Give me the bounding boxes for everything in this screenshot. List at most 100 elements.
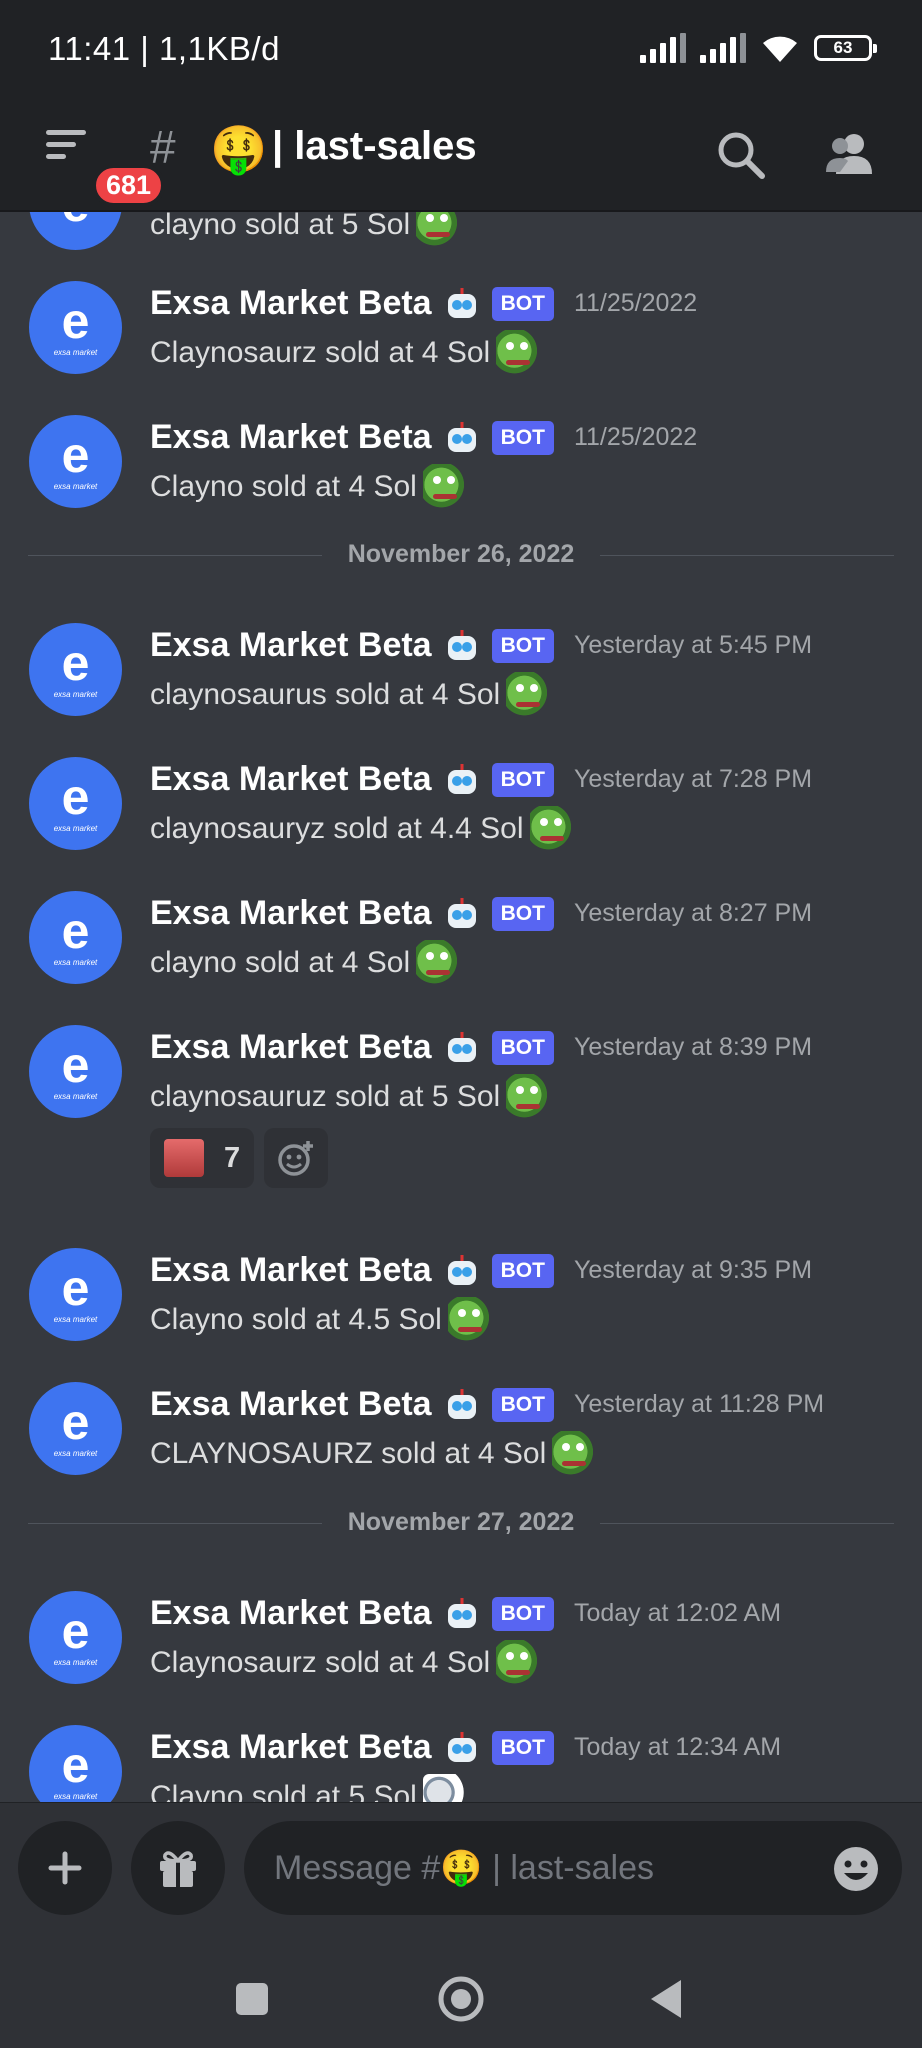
avatar[interactable]: e exsa market <box>29 415 122 508</box>
avatar[interactable]: e exsa market <box>29 623 122 716</box>
message-content: Claynosaurz sold at 4 Sol <box>150 1640 543 1686</box>
home-button[interactable] <box>436 1974 486 2024</box>
date-divider: November 26, 2022 <box>28 540 894 570</box>
author-name[interactable]: Exsa Market Beta <box>150 418 432 457</box>
message-content: claynosauruz sold at 5 Sol <box>150 1074 553 1120</box>
robot-emoji-icon <box>447 287 476 318</box>
author-name[interactable]: Exsa Market Beta <box>150 894 432 933</box>
message-content: claynosaurus sold at 4 Sol <box>150 672 553 718</box>
message-composer <box>0 1802 922 1944</box>
author-name[interactable]: Exsa Market Beta <box>150 760 432 799</box>
message-content: Clayno sold at 4.5 Sol <box>150 1297 494 1343</box>
signal-icon-2 <box>700 33 746 63</box>
message-input-box[interactable] <box>244 1821 902 1915</box>
emoji-picker-icon[interactable] <box>832 1845 880 1893</box>
frog-emoji-icon <box>447 1297 494 1343</box>
date-divider: November 27, 2022 <box>28 1508 894 1538</box>
timestamp: Yesterday at 11:28 PM <box>573 1390 825 1418</box>
avatar[interactable]: e <box>29 212 122 250</box>
frog-emoji-icon <box>506 672 553 718</box>
avatar[interactable]: e exsa market <box>29 1248 122 1341</box>
bot-tag: BOT <box>491 628 554 663</box>
author-name[interactable]: Exsa Market Beta <box>150 626 432 665</box>
battery-icon: 63 <box>814 35 877 61</box>
lips-emoji-icon <box>164 1139 204 1177</box>
message: e exsa market Exsa Market Beta BOT 11/25/20… <box>0 400 922 534</box>
author-name[interactable]: Exsa Market Beta <box>150 1728 432 1767</box>
status-icons: 63 <box>640 32 877 64</box>
back-button[interactable] <box>645 1974 695 2024</box>
bot-tag: BOT <box>491 286 554 321</box>
avatar[interactable]: e exsa market <box>29 1025 122 1118</box>
members-icon[interactable] <box>820 124 880 184</box>
signal-icon <box>640 33 686 63</box>
message-content: clayno sold at 4 Sol <box>150 940 463 986</box>
gift-icon <box>160 1851 196 1887</box>
channel-emoji: 🤑 <box>210 123 268 175</box>
robot-emoji-icon <box>447 1254 476 1285</box>
menu-button[interactable]: 681 <box>40 124 166 207</box>
message-content: Clayno sold at 4 Sol <box>150 464 469 510</box>
frog-emoji-icon <box>529 806 576 852</box>
frog-emoji-icon <box>552 1431 599 1477</box>
message-content: clayno sold at 5 Sol <box>150 212 463 248</box>
author-name[interactable]: Exsa Market Beta <box>150 1251 432 1290</box>
message: e exsa market Exsa Market Beta BOT Yesterda… <box>0 1233 922 1367</box>
timestamp: Yesterday at 9:35 PM <box>573 1256 813 1284</box>
message: e exsa market Exsa Market Beta BOT Yesterda… <box>0 608 922 742</box>
author-name[interactable]: Exsa Market Beta <box>150 1594 432 1633</box>
bot-tag: BOT <box>491 896 554 931</box>
avatar[interactable]: e exsa market <box>29 891 122 984</box>
robot-emoji-icon <box>447 897 476 928</box>
message-input[interactable] <box>274 1821 814 1915</box>
avatar[interactable]: e exsa market <box>29 281 122 374</box>
message-feed[interactable]: e clayno sold at 5 Sol eexsa market Exsa… <box>0 212 922 1802</box>
recent-apps-button[interactable] <box>227 1974 277 2024</box>
author-name[interactable]: Exsa Market Beta <box>150 1385 432 1424</box>
timestamp: Yesterday at 7:28 PM <box>573 765 813 793</box>
message: e exsa market Exsa Market Beta BOT Yesterda… <box>0 876 922 1010</box>
avatar[interactable]: e exsa market <box>29 1725 122 1802</box>
bot-tag: BOT <box>491 1030 554 1065</box>
author-name[interactable]: Exsa Market Beta <box>150 1028 432 1067</box>
robot-emoji-icon <box>447 629 476 660</box>
avatar[interactable]: e exsa market <box>29 1591 122 1684</box>
timestamp: Today at 12:02 AM <box>573 1599 782 1627</box>
channel-header: 681 # 🤑 | last-sales <box>0 100 922 212</box>
timestamp: Yesterday at 5:45 PM <box>573 631 813 659</box>
message: e exsa market Exsa Market Beta BOT 11/25/20… <box>0 266 922 400</box>
robot-emoji-icon <box>447 1731 476 1762</box>
add-attachment-button[interactable] <box>18 1821 112 1915</box>
frog-emoji-icon <box>496 1640 543 1686</box>
robot-emoji-icon <box>447 1031 476 1062</box>
avatar[interactable]: e exsa market <box>29 1382 122 1475</box>
system-navigation-bar <box>0 1944 922 2048</box>
timestamp: 11/25/2022 <box>573 289 698 317</box>
add-reaction-button[interactable] <box>264 1128 329 1188</box>
frog-emoji-icon <box>422 464 469 510</box>
timestamp: Today at 12:34 AM <box>573 1733 782 1761</box>
robot-emoji-icon <box>447 1388 476 1419</box>
add-reaction-icon <box>278 1141 314 1176</box>
message-content: Clayno sold at 5 Sol <box>150 1774 469 1802</box>
status-time: 11:41 | 1,1KB/d <box>48 30 280 67</box>
channel-title[interactable]: | last-sales <box>272 124 477 169</box>
robot-emoji-icon <box>447 763 476 794</box>
frog-emoji-icon <box>506 1074 553 1120</box>
message: e exsa market Exsa Market Beta BOT Yesterda… <box>0 1010 922 1144</box>
message: e exsa market Exsa Market Beta BOT Yesterda… <box>0 742 922 876</box>
robot-emoji-icon <box>447 421 476 452</box>
message: e exsa market Exsa Market Beta BOT Today at… <box>0 1710 922 1802</box>
bot-tag: BOT <box>491 420 554 455</box>
reaction-count: 7 <box>224 1141 241 1174</box>
search-icon[interactable] <box>710 124 770 184</box>
bot-tag: BOT <box>491 1730 554 1765</box>
frog-emoji-icon <box>496 330 543 376</box>
reaction-button[interactable]: 7 <box>150 1128 255 1188</box>
status-bar: 11:41 | 1,1KB/d 63 <box>0 0 922 100</box>
robot-emoji-icon <box>447 1597 476 1628</box>
avatar[interactable]: e exsa market <box>29 757 122 850</box>
gift-button[interactable] <box>131 1821 225 1915</box>
author-name[interactable]: Exsa Market Beta <box>150 284 432 323</box>
message-content: claynosauryz sold at 4.4 Sol <box>150 806 576 852</box>
